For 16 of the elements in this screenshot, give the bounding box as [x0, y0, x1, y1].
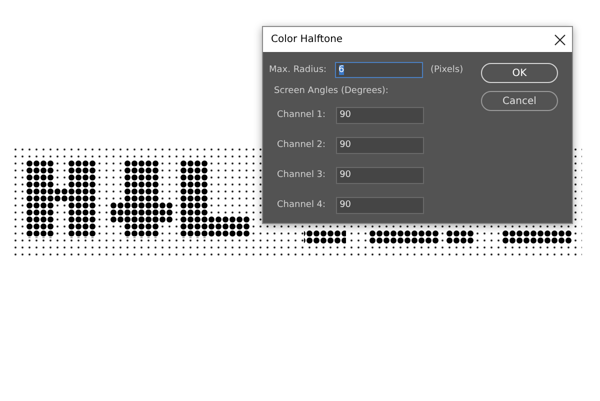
cancel-button[interactable]: Cancel: [481, 91, 558, 111]
input-field[interactable]: 90: [336, 196, 424, 214]
input-field[interactable]: 90: [336, 136, 424, 154]
input-field[interactable]: 6: [334, 62, 423, 78]
ok-button[interactable]: OK: [481, 63, 558, 83]
input-field[interactable]: 90: [336, 166, 424, 184]
field-label: Channel 4:: [277, 200, 326, 210]
window-title: Color Halftone: [271, 34, 343, 45]
field-label: Channel 3:: [277, 170, 326, 180]
section-label: Screen Angles (Degrees):: [274, 86, 390, 96]
input-field[interactable]: 90: [336, 106, 424, 124]
field-label: Channel 2:: [277, 140, 326, 150]
close-button[interactable]: [554, 34, 566, 46]
unit-label: (Pixels): [430, 65, 464, 75]
field-label: Max. Radius:: [269, 65, 327, 75]
field-label: Channel 1:: [277, 110, 326, 120]
